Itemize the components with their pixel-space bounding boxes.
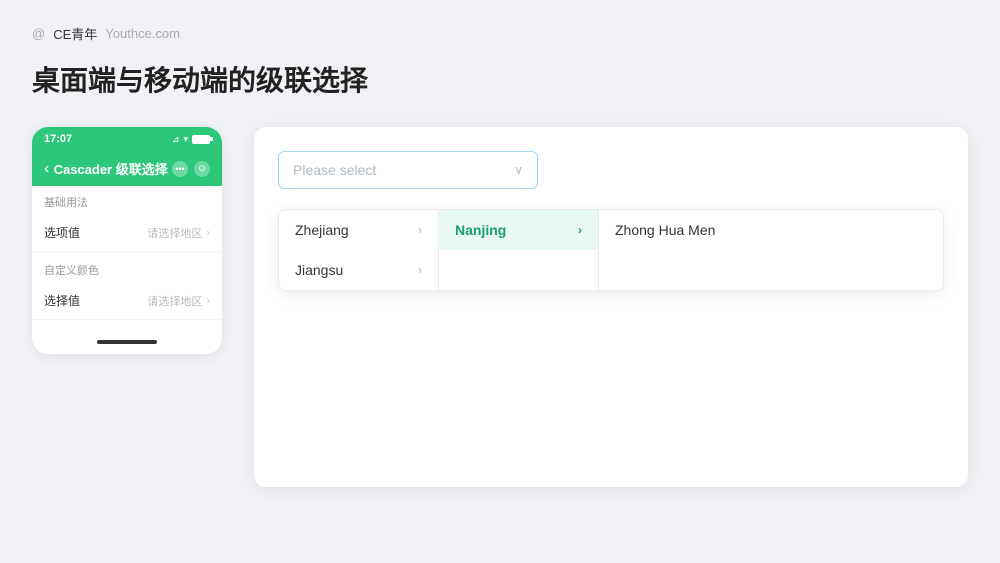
- mobile-nav-bar: ‹ Cascader 级联选择 ••• ⊙: [32, 151, 222, 186]
- mobile-list-item-2[interactable]: 选择值 请选择地区 ›: [32, 282, 222, 320]
- mobile-body: 基础用法 选项值 请选择地区 › 自定义颜色 选择值 请选择地区 ›: [32, 186, 222, 320]
- brand-name: CE青年: [53, 24, 97, 43]
- cascader-placeholder: Please select: [293, 162, 376, 178]
- chevron-right-icon: ›: [418, 263, 422, 277]
- mobile-nav-actions: ••• ⊙: [172, 161, 210, 177]
- mobile-icons: ⊿ ▾: [172, 134, 210, 145]
- chevron-right-icon: ›: [418, 223, 422, 237]
- cascader-column-3: Zhong Hua Men: [599, 210, 759, 290]
- battery-icon: [192, 135, 210, 144]
- cascader-item-label: Nanjing: [455, 222, 506, 238]
- cascader-dropdown: Zhejiang › Jiangsu › Nanjing ›: [278, 209, 944, 291]
- cascader-column-2: Nanjing ›: [439, 210, 599, 290]
- chevron-right-icon: ›: [578, 223, 582, 237]
- brand-url: Youthce.com: [105, 26, 180, 41]
- mobile-item2-value: 请选择地区: [147, 293, 202, 309]
- page-title: 桌面端与移动端的级联选择: [32, 59, 968, 99]
- brand-at: @: [32, 26, 45, 41]
- mobile-status-bar: 17:07 ⊿ ▾: [32, 127, 222, 151]
- mobile-item2-arrow: ›: [206, 295, 210, 307]
- mobile-nav-title: Cascader 级联选择: [54, 159, 168, 178]
- home-indicator: [97, 340, 157, 344]
- settings-icon[interactable]: ⊙: [194, 161, 210, 177]
- cascader-column-1: Zhejiang › Jiangsu ›: [279, 210, 439, 290]
- mobile-item1-arrow: ›: [206, 227, 210, 239]
- content-area: 17:07 ⊿ ▾ ‹ Cascader 级联选择 •••: [32, 127, 968, 487]
- mobile-footer: [32, 320, 222, 354]
- back-icon[interactable]: ‹: [44, 160, 49, 178]
- brand-bar: @ CE青年 Youthce.com: [32, 24, 968, 43]
- cascader-arrow-icon: ∨: [514, 163, 523, 177]
- mobile-item1-label: 选项值: [44, 224, 80, 241]
- cascader-item-jiangsu[interactable]: Jiangsu ›: [279, 250, 438, 290]
- cascader-item-nanjing[interactable]: Nanjing ›: [439, 210, 598, 250]
- cascader-input[interactable]: Please select ∨: [278, 151, 538, 189]
- cascader-item-label: Jiangsu: [295, 262, 343, 278]
- cascader-item-label: Zhong Hua Men: [615, 222, 715, 238]
- more-icon[interactable]: •••: [172, 161, 188, 177]
- mobile-list-item[interactable]: 选项值 请选择地区 ›: [32, 214, 222, 252]
- page: @ CE青年 Youthce.com 桌面端与移动端的级联选择 17:07 ⊿ …: [0, 0, 1000, 563]
- mobile-item1-right: 请选择地区 ›: [147, 225, 210, 241]
- wifi-icon: ▾: [183, 134, 188, 145]
- mobile-section2-label: 自定义颜色: [32, 252, 222, 282]
- mobile-item2-right: 请选择地区 ›: [147, 293, 210, 309]
- mobile-section1-label: 基础用法: [32, 186, 222, 214]
- mobile-mockup: 17:07 ⊿ ▾ ‹ Cascader 级联选择 •••: [32, 127, 222, 354]
- desktop-panel: Please select ∨ Zhejiang › Jiangsu ›: [254, 127, 968, 487]
- cascader-item-label: Zhejiang: [295, 222, 349, 238]
- signal-icon: ⊿: [172, 134, 180, 145]
- mobile-item2-label: 选择值: [44, 292, 80, 309]
- cascader-item-zhejiang[interactable]: Zhejiang ›: [279, 210, 438, 250]
- cascader-item-zhong-hua-men[interactable]: Zhong Hua Men: [599, 210, 759, 250]
- mobile-time: 17:07: [44, 133, 72, 145]
- mobile-item1-value: 请选择地区: [147, 225, 202, 241]
